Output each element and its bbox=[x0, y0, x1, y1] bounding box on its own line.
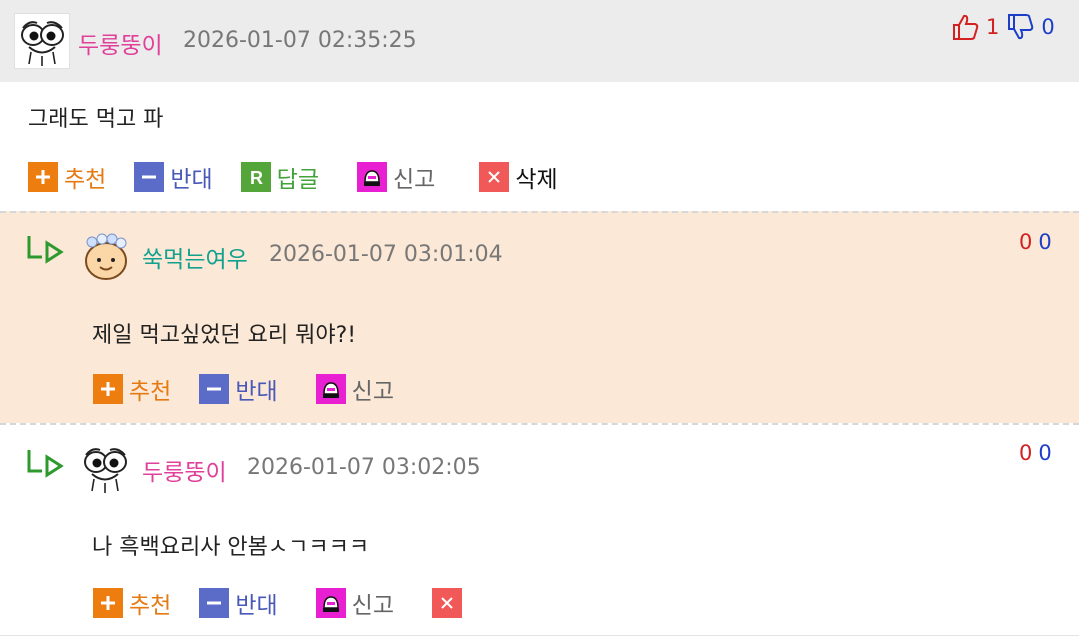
reply-r-icon: R bbox=[240, 162, 271, 192]
comment-body: 제일 먹고싶었던 요리 뭐야?! bbox=[92, 323, 357, 348]
svg-text:R: R bbox=[250, 168, 263, 187]
timestamp: 2026-01-07 02:35:25 bbox=[183, 28, 417, 53]
delete-label: 삭제 bbox=[515, 167, 558, 193]
upvote-count: 1 bbox=[986, 15, 1000, 39]
recommend-button[interactable]: 추천 bbox=[93, 586, 171, 620]
plus-icon bbox=[93, 374, 123, 404]
delete-button[interactable]: 삭제 bbox=[479, 160, 558, 194]
reply-button[interactable]: R 답글 bbox=[240, 160, 319, 194]
avatar[interactable] bbox=[80, 233, 132, 281]
downvote-count[interactable]: 0 bbox=[1038, 230, 1051, 254]
upvote-count[interactable]: 0 bbox=[1019, 230, 1032, 254]
minus-icon bbox=[134, 162, 165, 192]
reply-arrow-icon bbox=[27, 450, 64, 478]
downvote-count[interactable]: 0 bbox=[1038, 441, 1051, 465]
x-icon bbox=[431, 588, 462, 618]
minus-icon bbox=[199, 374, 230, 404]
siren-icon bbox=[356, 162, 387, 192]
report-label: 신고 bbox=[351, 593, 394, 619]
oppose-label: 반대 bbox=[235, 593, 278, 619]
oppose-label: 반대 bbox=[170, 167, 213, 193]
oppose-button[interactable]: 반대 bbox=[199, 372, 278, 406]
recommend-label: 추천 bbox=[129, 379, 172, 405]
comment-body: 그래도 먹고 파 bbox=[28, 107, 164, 132]
recommend-label: 추천 bbox=[64, 167, 107, 193]
upvote-count[interactable]: 0 bbox=[1019, 441, 1032, 465]
recommend-button[interactable]: 추천 bbox=[93, 372, 171, 406]
comment-actions: 추천 반대 R 답글 신고 삭제 bbox=[28, 160, 558, 194]
comment-2: 쑥먹는여우 2026-01-07 03:01:04 0 0 제일 먹고싶었던 요… bbox=[0, 211, 1079, 423]
plus-icon bbox=[28, 162, 58, 192]
nickname[interactable]: 두룽뚱이 bbox=[142, 453, 227, 487]
x-icon bbox=[479, 162, 510, 192]
comment-1: 두룽뚱이 2026-01-07 02:35:25 1 0 그래도 먹고 파 추천 bbox=[0, 0, 1079, 211]
oppose-button[interactable]: 반대 bbox=[199, 586, 278, 620]
plus-icon bbox=[93, 588, 123, 618]
report-label: 신고 bbox=[392, 167, 436, 193]
fox-avatar-icon bbox=[85, 233, 127, 280]
siren-icon bbox=[315, 588, 346, 618]
report-button[interactable]: 신고 bbox=[315, 586, 394, 620]
oppose-label: 반대 bbox=[235, 379, 278, 405]
siren-icon bbox=[315, 374, 346, 404]
googly-eyes-avatar-icon bbox=[84, 448, 127, 493]
timestamp: 2026-01-07 03:01:04 bbox=[269, 242, 503, 267]
report-button[interactable]: 신고 bbox=[315, 372, 394, 406]
reply-arrow-icon bbox=[27, 236, 64, 264]
comment-3: 두룽뚱이 2026-01-07 03:02:05 0 0 나 흑백요리사 안봄ㅅ… bbox=[0, 423, 1079, 636]
thumbs-up-icon[interactable] bbox=[950, 12, 980, 42]
delete-button[interactable] bbox=[431, 588, 468, 618]
googly-eyes-avatar-icon bbox=[21, 21, 64, 66]
vote-counts: 0 0 bbox=[1019, 441, 1052, 465]
reply-label: 답글 bbox=[276, 167, 319, 193]
report-button[interactable]: 신고 bbox=[356, 160, 436, 194]
recommend-label: 추천 bbox=[129, 593, 172, 619]
nickname[interactable]: 두룽뚱이 bbox=[78, 26, 163, 60]
comment-body: 나 흑백요리사 안봄ㅅㄱㅋㅋㅋ bbox=[92, 535, 370, 560]
comment-header: 두룽뚱이 2026-01-07 02:35:25 1 0 bbox=[0, 0, 1079, 82]
downvote-count: 0 bbox=[1041, 15, 1055, 39]
timestamp: 2026-01-07 03:02:05 bbox=[247, 455, 481, 480]
report-label: 신고 bbox=[351, 379, 394, 405]
minus-icon bbox=[199, 588, 230, 618]
avatar[interactable] bbox=[78, 441, 132, 495]
vote-counts: 0 0 bbox=[1019, 230, 1052, 254]
recommend-button[interactable]: 추천 bbox=[28, 160, 106, 194]
vote-counts: 1 0 bbox=[950, 12, 1055, 42]
oppose-button[interactable]: 반대 bbox=[134, 160, 213, 194]
nickname[interactable]: 쑥먹는여우 bbox=[142, 240, 248, 274]
thumbs-down-icon[interactable] bbox=[1005, 12, 1035, 42]
avatar[interactable] bbox=[14, 13, 70, 69]
comment-actions: 추천 반대 신고 bbox=[93, 372, 394, 406]
comment-actions: 추천 반대 신고 bbox=[93, 586, 468, 620]
